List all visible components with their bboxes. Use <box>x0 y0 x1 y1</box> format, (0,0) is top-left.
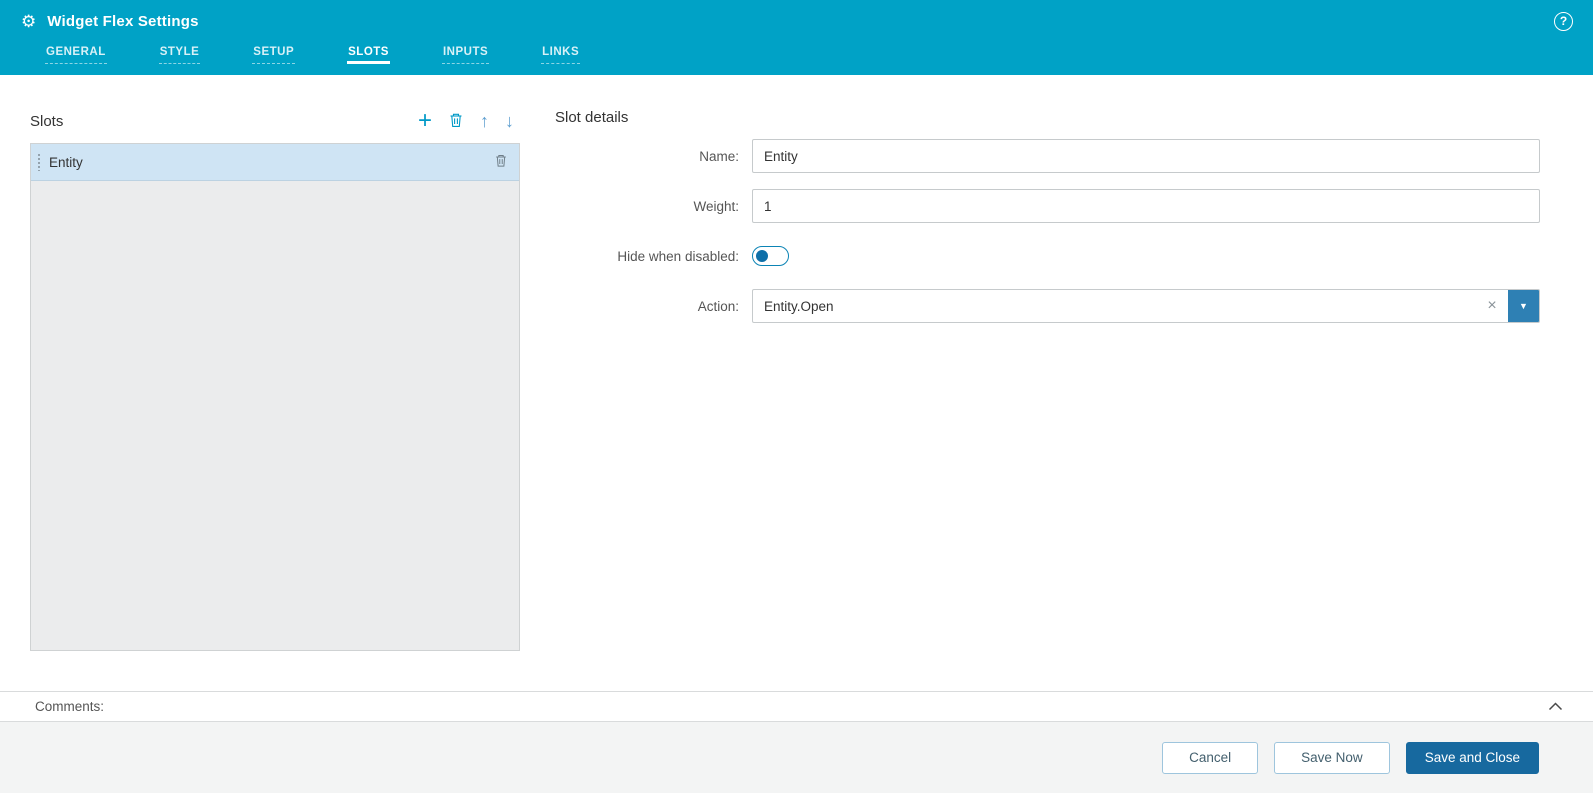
slot-item-label: Entity <box>49 154 83 170</box>
tab-setup[interactable]: SETUP <box>252 46 296 64</box>
tab-general[interactable]: GENERAL <box>45 46 107 64</box>
action-value[interactable]: Entity.Open <box>753 290 1476 322</box>
action-row: Action: Entity.Open × ▼ <box>555 289 1540 323</box>
arrow-down-icon: ↓ <box>505 111 514 131</box>
tab-bar: GENERAL STYLE SETUP SLOTS INPUTS LINKS <box>0 42 1593 75</box>
widget-flex-settings-dialog: ⚙ Widget Flex Settings ? GENERAL STYLE S… <box>0 0 1593 793</box>
slot-details-panel: Slot details Name: Weight: Hide when dis… <box>520 109 1593 691</box>
add-slot-button[interactable]: + <box>418 109 432 133</box>
name-input[interactable] <box>752 139 1540 173</box>
main-content: Slots + ↑ ↓ Entity Slot details Name: En… <box>0 75 1593 691</box>
delete-slot-button[interactable] <box>448 112 464 130</box>
save-now-button[interactable]: Save Now <box>1274 741 1390 774</box>
clear-action-icon[interactable]: × <box>1476 290 1508 322</box>
dialog-title: Widget Flex Settings <box>47 12 199 30</box>
weight-row: Weight: <box>555 189 1540 223</box>
tab-style[interactable]: STYLE <box>158 46 201 64</box>
slot-details-title: Slot details <box>555 109 629 126</box>
tab-inputs[interactable]: INPUTS <box>441 46 490 64</box>
action-dropdown-button[interactable]: ▼ <box>1508 290 1539 322</box>
slots-title: Slots <box>30 112 64 130</box>
slots-toolbar: + ↑ ↓ <box>418 109 520 133</box>
slots-panel: Slots + ↑ ↓ Entity <box>30 109 520 691</box>
hide-when-disabled-toggle[interactable] <box>752 246 789 266</box>
comments-label: Comments: <box>35 699 105 714</box>
footer: Cancel Save Now Save and Close <box>0 722 1593 793</box>
chevron-up-icon[interactable] <box>1548 702 1563 711</box>
header: ⚙ Widget Flex Settings ? GENERAL STYLE S… <box>0 0 1593 75</box>
move-slot-down-button[interactable]: ↓ <box>505 112 514 130</box>
hide-when-disabled-label: Hide when disabled: <box>617 248 739 264</box>
comments-bar[interactable]: Comments: <box>0 691 1593 722</box>
weight-label: Weight: <box>693 198 739 214</box>
delete-slot-row-icon[interactable] <box>494 153 508 170</box>
arrow-up-icon: ↑ <box>480 111 489 131</box>
drag-handle-icon[interactable] <box>38 153 40 171</box>
chevron-down-icon: ▼ <box>1519 301 1528 311</box>
slot-list[interactable]: Entity <box>30 143 520 651</box>
title-row: ⚙ Widget Flex Settings ? <box>0 0 1593 42</box>
action-label: Action: <box>697 298 739 314</box>
tab-links[interactable]: LINKS <box>541 46 581 64</box>
weight-input[interactable] <box>752 189 1540 223</box>
tab-slots[interactable]: SLOTS <box>347 46 390 64</box>
name-label: Name: <box>699 148 739 164</box>
cancel-button[interactable]: Cancel <box>1162 741 1259 774</box>
action-combobox[interactable]: Entity.Open × ▼ <box>752 289 1540 323</box>
move-slot-up-button[interactable]: ↑ <box>480 112 489 130</box>
trash-icon <box>448 112 464 130</box>
plus-icon: + <box>417 107 432 134</box>
slot-list-item-entity[interactable]: Entity <box>31 144 519 181</box>
gear-icon: ⚙ <box>21 11 37 31</box>
save-and-close-button[interactable]: Save and Close <box>1405 741 1539 774</box>
slots-panel-header: Slots + ↑ ↓ <box>30 109 520 133</box>
name-row: Name: <box>555 139 1540 173</box>
help-icon[interactable]: ? <box>1554 11 1573 31</box>
hide-when-disabled-row: Hide when disabled: <box>555 239 1540 273</box>
toggle-knob <box>756 250 768 262</box>
